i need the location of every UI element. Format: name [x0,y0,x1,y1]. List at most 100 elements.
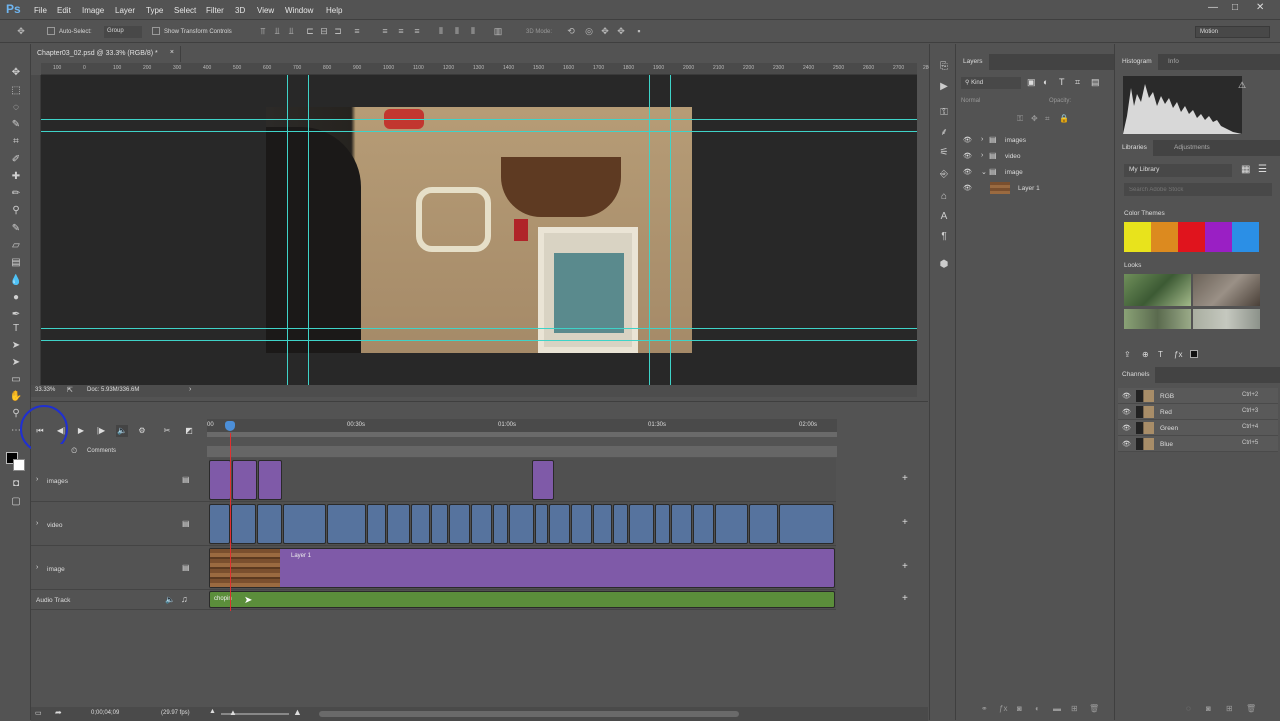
canvas-area[interactable] [41,75,917,385]
filter-pixel-icon[interactable]: ▣ [1027,77,1036,88]
next-frame-icon[interactable]: |▶ [95,425,107,437]
track-header-images[interactable]: › images ▤ [31,458,209,502]
grid-view-icon[interactable]: ▦ [1241,164,1250,175]
video-clip[interactable] [655,504,670,544]
move-icon[interactable]: ✥ [9,66,23,80]
stamp-icon[interactable]: ⚲ [9,204,23,218]
new-group-icon[interactable]: ▬ [1053,704,1061,713]
track-images[interactable] [209,458,836,502]
expand-chevron-icon[interactable]: › [981,152,983,159]
speaker-icon[interactable]: 🔈 [165,595,175,604]
music-note-icon[interactable]: ♫ [181,594,188,604]
go-to-first-frame-icon[interactable]: ⏮ [34,425,46,437]
3d-icon[interactable]: ⬢ [937,258,951,272]
previous-frame-icon[interactable]: ◀| [55,425,67,437]
align-hcenter-icon[interactable]: ⊟ [319,26,329,36]
look-thumbnail[interactable] [1193,274,1260,306]
healing-icon[interactable]: ✚ [9,170,23,184]
track-audio[interactable]: chopin [209,590,836,610]
zoom-out-icon[interactable]: ▲ [209,708,216,715]
channel-row-red[interactable]: 👁 Red Ctrl+3 [1118,404,1278,420]
color-swatch[interactable] [1151,222,1178,252]
track-image[interactable]: Layer 1 [209,546,836,590]
align-bottom-icon[interactable]: ⫫ [286,26,296,36]
timeline-scrollbar[interactable] [319,711,739,717]
eyedropper-icon[interactable]: ✐ [9,153,23,167]
zoom-in-icon[interactable]: ▲ [293,707,302,717]
library-color-icon[interactable] [1190,350,1198,358]
channel-selection-icon[interactable]: ◌ [1186,704,1191,713]
menu-filter[interactable]: Filter [206,6,224,15]
visibility-eye-icon[interactable]: 👁 [963,184,972,192]
color-swatch[interactable] [1205,222,1232,252]
layer-row-images[interactable]: 👁 › ▤ images [957,132,1115,148]
new-layer-icon[interactable]: ⊞ [1071,704,1078,713]
clip-audio[interactable]: chopin [209,591,835,608]
hand-icon[interactable]: ✋ [9,390,23,404]
blend-mode-select[interactable]: Normal [961,98,980,104]
comments-icon[interactable]: ⏲ [71,446,77,456]
render-icon[interactable]: ➦ [55,708,62,717]
color-swatch[interactable] [1232,222,1259,252]
channel-row-blue[interactable]: 👁 Blue Ctrl+5 [1118,436,1278,452]
filter-shape-icon[interactable]: ⌗ [1075,77,1080,88]
tab-info[interactable]: Info [1168,58,1179,65]
channel-new-icon[interactable]: ⊞ [1226,704,1233,713]
dodge-icon[interactable]: ● [9,291,23,305]
layer-row-layer-1[interactable]: 👁 Layer 1 [957,180,1115,196]
video-clip[interactable] [779,504,834,544]
playback-settings-icon[interactable]: ⚙ [136,425,148,437]
shape-icon[interactable]: ▭ [9,373,23,387]
guide-vertical[interactable] [670,75,671,385]
lock-pixels-icon[interactable]: ⚿ [1017,114,1023,124]
library-add-icon[interactable]: ⊕ [1142,350,1149,359]
video-clip[interactable] [449,504,470,544]
library-fx-icon[interactable]: ƒx [1174,350,1182,359]
menu-type[interactable]: Type [146,6,163,15]
ruler-left[interactable] [31,75,41,385]
path-select-icon[interactable]: ➤ [9,339,23,353]
track-header-video[interactable]: › video ▤ [31,502,209,546]
tool-presets-icon[interactable]: ⌂ [937,190,951,204]
time-ruler[interactable]: 00 00:30s 01:00s 01:30s 02:00s [207,419,837,432]
video-clip[interactable] [471,504,492,544]
3d-pan-icon[interactable]: ✥ [600,26,610,36]
screen-mode-icon[interactable]: ▢ [9,495,23,509]
video-clip[interactable] [231,504,256,544]
history-icon[interactable]: ⎘ [937,60,951,74]
video-clip[interactable] [257,504,282,544]
video-clip[interactable] [613,504,628,544]
distribute-top-icon[interactable]: ≡ [380,26,390,36]
fx-icon[interactable]: ƒx [999,704,1007,713]
link-layers-icon[interactable]: ⚭ [981,704,988,713]
visibility-eye-icon[interactable]: 👁 [963,136,972,144]
show-transform-checkbox[interactable] [152,27,160,35]
playhead-line[interactable] [230,433,231,611]
visibility-eye-icon[interactable]: 👁 [1122,408,1131,416]
video-clip[interactable] [593,504,612,544]
background-color[interactable] [13,459,25,471]
add-mask-icon[interactable]: ◙ [1017,704,1022,713]
menu-layer[interactable]: Layer [115,6,135,15]
delete-layer-icon[interactable]: 🗑 [1089,704,1099,713]
minimize-icon[interactable]: — [1208,2,1218,13]
maximize-icon[interactable]: □ [1232,2,1238,13]
video-clip[interactable] [715,504,748,544]
guide-horizontal[interactable] [41,119,917,120]
zoom-slider-thumb[interactable]: ▲ [229,708,237,717]
distribute-right-icon[interactable]: ⦀ [468,26,478,36]
work-area-bar[interactable] [207,432,837,437]
filter-smart-icon[interactable]: ▤ [1091,77,1100,88]
close-icon[interactable]: ✕ [1256,2,1264,13]
clip[interactable] [532,460,554,500]
play-icon[interactable]: ▶ [75,425,87,437]
layer-row-video[interactable]: 👁 › ▤ video [957,148,1115,164]
guide-horizontal[interactable] [41,328,917,329]
expand-chevron-icon[interactable]: › [981,136,983,143]
look-thumbnail[interactable] [1193,309,1260,329]
guide-horizontal[interactable] [41,131,917,132]
clip[interactable] [258,460,282,500]
guide-horizontal[interactable] [41,340,917,341]
video-clip[interactable] [283,504,326,544]
video-clip[interactable] [535,504,548,544]
